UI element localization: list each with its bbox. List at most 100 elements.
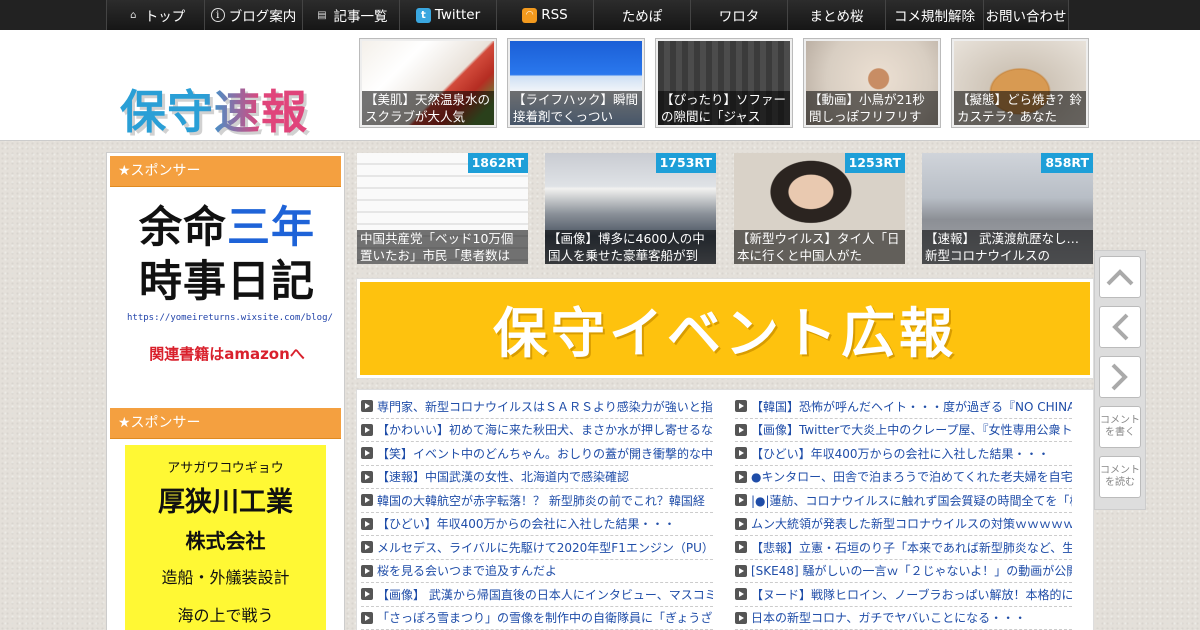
rt-article-thumb[interactable]: 1862RT 中国共産党「ベッド10万個置いたお」市民「患者数は bbox=[357, 153, 528, 264]
arrow-right-icon bbox=[361, 447, 373, 460]
ad-text: 海の上で戦う bbox=[177, 606, 274, 625]
article-title: 【ひどい】年収400万からの会社に入社した結果・・・ bbox=[377, 517, 676, 532]
article-title: 桜を見る会いつまで追及すんだよ bbox=[377, 564, 558, 579]
header-article-thumb[interactable]: 【動画】小鳥が21秒間しっぽフリフリす bbox=[803, 38, 941, 128]
article-link[interactable]: 「さっぽろ雪まつり」の雪像を制作中の自衛隊員に「ぎょうざ bbox=[361, 607, 713, 630]
article-link[interactable]: 【画像】Twitterで大炎上中のクレープ屋、『女性専用公衆トイ bbox=[735, 419, 1072, 442]
arrow-right-icon bbox=[735, 400, 747, 413]
nav-item[interactable]: ⌂ トップ bbox=[106, 0, 204, 30]
thumb-caption: 【美肌】天然温泉水のスクラブが大人気 bbox=[362, 91, 494, 125]
header-article-thumb[interactable]: 【擬態】どら焼き？鈴カステラ？あなた bbox=[951, 38, 1089, 128]
nav-item[interactable]: ワロタ bbox=[690, 0, 787, 30]
sponsor-ad-yomei[interactable]: 余命三年 時事日記 https://yomeireturns.wixsite.c… bbox=[127, 201, 333, 381]
article-title: 【かわいい】初めて海に来た秋田犬、まさか水が押し寄せるな bbox=[377, 423, 713, 438]
nav-label: 記事一覧 bbox=[333, 9, 388, 25]
rt-count-badge: 1253RT bbox=[844, 153, 905, 173]
nav-item[interactable]: ためぽ bbox=[593, 0, 690, 30]
thumb-caption: 【ぴったり】ソファーの隙間に「ジャス bbox=[658, 91, 790, 125]
arrow-right-icon bbox=[361, 541, 373, 554]
article-list-right: 【韓国】恐怖が呼んだヘイト・・・度が過ぎる『NO CHINA』【画像】Twitt… bbox=[735, 395, 1072, 630]
prev-page-button[interactable] bbox=[1099, 306, 1141, 348]
list-icon: ▤ bbox=[317, 9, 327, 21]
ad-text: 株式会社 bbox=[185, 529, 266, 553]
arrow-right-icon bbox=[735, 541, 747, 554]
header-article-thumb[interactable]: 【ライフハック】瞬間接着剤でくっつい bbox=[507, 38, 645, 128]
article-link[interactable]: 【悲報】立憲・石垣のり子「本来であれば新型肺炎など、生命 bbox=[735, 536, 1072, 560]
rt-article-thumb[interactable]: 1253RT 【新型ウイルス】タイ人「日本に行くと中国人がた bbox=[734, 153, 905, 264]
nav-label: RSS bbox=[541, 7, 568, 23]
article-link[interactable]: 【韓国】恐怖が呼んだヘイト・・・度が過ぎる『NO CHINA』 bbox=[735, 395, 1072, 419]
article-link[interactable]: ムン大統領が発表した新型コロナウイルスの対策ｗｗｗｗｗｗ bbox=[735, 513, 1072, 536]
article-list-left: 専門家、新型コロナウイルスはＳＡＲＳより感染力が強いと指【かわいい】初めて海に来… bbox=[361, 395, 713, 630]
article-link[interactable]: 【ひどい】年収400万からの会社に入社した結果・・・ bbox=[735, 442, 1072, 466]
sponsor-heading: ★スポンサー bbox=[110, 408, 341, 439]
nav-item[interactable]: i ブログ案内 bbox=[204, 0, 302, 30]
floating-nav: コメントを書く コメントを読む bbox=[1094, 250, 1146, 510]
arrow-right-icon bbox=[361, 517, 373, 530]
rt-count-badge: 1753RT bbox=[655, 153, 716, 173]
ad-text: 三年 bbox=[227, 203, 315, 253]
nav-item[interactable]: お問い合わせ bbox=[983, 0, 1069, 30]
ad-text: 厚狭川工業 bbox=[158, 487, 293, 518]
article-link[interactable]: 日本の新型コロナ、ガチでヤバいことになる・・・ bbox=[735, 607, 1072, 630]
article-link[interactable]: [SKE48] 騒がしいの一言ｗ「２じゃないよ！」の動画が公開 bbox=[735, 560, 1072, 583]
article-title: 【画像】 武漢から帰国直後の日本人にインタビュー、マスコミ bbox=[377, 587, 713, 602]
write-comment-button[interactable]: コメントを書く bbox=[1099, 406, 1141, 448]
article-title: 「さっぽろ雪まつり」の雪像を制作中の自衛隊員に「ぎょうざ bbox=[377, 611, 713, 626]
thumb-caption: 【速報】 武漢渡航歴なし…新型コロナウイルスの bbox=[922, 230, 1093, 264]
article-link[interactable]: 桜を見る会いつまで追及すんだよ bbox=[361, 560, 713, 583]
article-link[interactable]: 【かわいい】初めて海に来た秋田犬、まさか水が押し寄せるな bbox=[361, 419, 713, 442]
ad-text: 造船・外艤装設計 bbox=[161, 568, 290, 587]
rss-icon: ◠ bbox=[522, 7, 538, 23]
article-link[interactable]: 【ヌード】戦隊ヒロイン、ノーブラおっぱい解放！本格的に脱ぎ bbox=[735, 583, 1072, 607]
arrow-right-icon bbox=[361, 564, 373, 577]
article-title: 【悲報】立憲・石垣のり子「本来であれば新型肺炎など、生命 bbox=[751, 540, 1072, 555]
article-link[interactable]: |●|蓮舫、コロナウイルスに触れず国会質疑の時間全てを「桜が bbox=[735, 489, 1072, 513]
nav-item[interactable]: まとめ桜 bbox=[787, 0, 885, 30]
ad-text: 時事日記 bbox=[139, 257, 315, 307]
article-title: 日本の新型コロナ、ガチでヤバいことになる・・・ bbox=[751, 611, 1027, 626]
nav-item[interactable]: ▤ 記事一覧 bbox=[302, 0, 399, 30]
rt-article-thumb[interactable]: 1753RT 【画像】博多に4600人の中国人を乗せた豪華客船が到 bbox=[545, 153, 716, 264]
event-banner[interactable]: 保守イベント広報 bbox=[356, 278, 1094, 379]
rt-count-badge: 1862RT bbox=[467, 153, 528, 173]
article-title: 【笑】イベント中のどんちゃん。おしりの蓋が開き衝撃的な中 bbox=[377, 446, 713, 461]
header-article-thumb[interactable]: 【ぴったり】ソファーの隙間に「ジャス bbox=[655, 38, 793, 128]
header-article-thumb[interactable]: 【美肌】天然温泉水のスクラブが大人気 bbox=[359, 38, 497, 128]
article-link[interactable]: 専門家、新型コロナウイルスはＳＡＲＳより感染力が強いと指 bbox=[361, 395, 713, 419]
arrow-right-icon bbox=[361, 611, 373, 624]
nav-item[interactable]: ◠ RSS bbox=[496, 0, 593, 30]
chevron-right-icon bbox=[1111, 363, 1128, 391]
arrow-right-icon bbox=[361, 494, 373, 507]
scroll-top-button[interactable] bbox=[1099, 256, 1141, 298]
top-nav: ⌂ トップ i ブログ案内 ▤ 記事一覧 t Twitter ◠ RSS ためぽ ワロタ まとめ桜 コメ規… bbox=[0, 0, 1200, 30]
arrow-right-icon bbox=[735, 447, 747, 460]
article-link[interactable]: 【速報】中国武漢の女性、北海道内で感染確認 bbox=[361, 466, 713, 489]
nav-label: ワロタ bbox=[718, 9, 760, 25]
article-link[interactable]: 【ひどい】年収400万からの会社に入社した結果・・・ bbox=[361, 513, 713, 536]
article-link[interactable]: 韓国の大韓航空が赤字転落！？ 新型肺炎の前でこれ？韓国経 bbox=[361, 489, 713, 513]
amazon-link[interactable]: 関連書籍はamazonへ bbox=[127, 343, 327, 364]
article-title: 韓国の大韓航空が赤字転落！？ 新型肺炎の前でこれ？韓国経 bbox=[377, 493, 705, 508]
twitter-icon: t bbox=[415, 7, 431, 23]
arrow-right-icon bbox=[735, 470, 747, 483]
nav-item[interactable]: コメ規制解除 bbox=[885, 0, 983, 30]
next-page-button[interactable] bbox=[1099, 356, 1141, 398]
site-logo[interactable]: 保守速報 bbox=[120, 82, 308, 142]
read-comment-button[interactable]: コメントを読む bbox=[1099, 456, 1141, 498]
rt-article-thumb[interactable]: 858RT 【速報】 武漢渡航歴なし…新型コロナウイルスの bbox=[922, 153, 1093, 264]
article-link[interactable]: 【笑】イベント中のどんちゃん。おしりの蓋が開き衝撃的な中 bbox=[361, 442, 713, 466]
banner-text: 保守イベント広報 bbox=[360, 282, 1090, 375]
article-link[interactable]: 【画像】 武漢から帰国直後の日本人にインタビュー、マスコミ bbox=[361, 583, 713, 607]
article-title: 【画像】Twitterで大炎上中のクレープ屋、『女性専用公衆トイ bbox=[751, 423, 1072, 438]
ad-text: アサガワコウギョウ bbox=[167, 461, 284, 476]
nav-label: トップ bbox=[144, 9, 186, 25]
sponsor-ad-asagawa[interactable]: アサガワコウギョウ 厚狭川工業 株式会社 造船・外艤装設計 海の上で戦う bbox=[125, 445, 326, 630]
article-link[interactable]: ●キンタロー、田舎で泊まろうで泊めてくれた老夫婦を自宅に泊 bbox=[735, 466, 1072, 489]
article-title: 【ヌード】戦隊ヒロイン、ノーブラおっぱい解放！本格的に脱ぎ bbox=[751, 587, 1072, 602]
article-link[interactable]: メルセデス、ライバルに先駆けて2020年型F1エンジン（PU）の bbox=[361, 536, 713, 560]
arrow-right-icon bbox=[735, 611, 747, 624]
nav-item[interactable]: t Twitter bbox=[399, 0, 496, 30]
nav-label: ブログ案内 bbox=[228, 9, 297, 25]
nav-bar: ⌂ トップ i ブログ案内 ▤ 記事一覧 t Twitter ◠ RSS ためぽ ワロタ まとめ桜 コメ規… bbox=[106, 0, 1096, 30]
